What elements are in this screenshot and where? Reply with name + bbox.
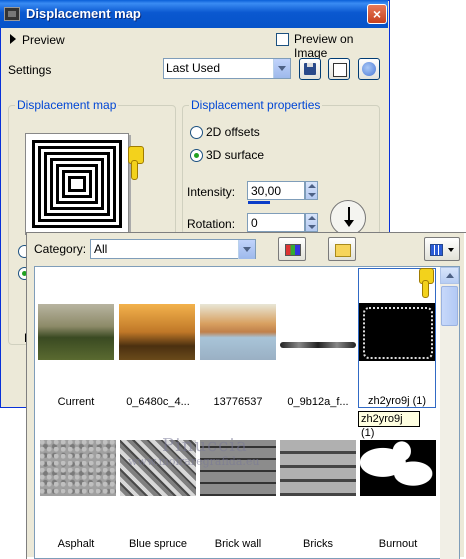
thumbnail-label: Brick wall [214,538,262,550]
group-title: Displacement properties [189,98,323,112]
scroll-up-icon[interactable] [440,267,459,284]
edit-categories-button[interactable] [278,237,306,261]
bricks-thumbnail [280,440,356,496]
watermark-url: www.moiraregrafida.eu [128,455,260,468]
thumbnail-item[interactable]: Burnout [356,432,440,559]
intensity-value: 30,00 [251,184,282,198]
chevron-down-icon[interactable] [238,240,255,259]
thumbnail-item[interactable]: Asphalt [36,432,120,559]
preview-on-image-label: Preview on Image [294,32,354,60]
thumbnail-item[interactable]: Bricks [276,432,360,559]
rotation-value: 0 [251,216,258,230]
category-dropdown[interactable]: All [90,239,256,259]
thumbnail-label: Current [57,396,95,408]
preview-row: Preview Preview on Image [4,32,384,60]
thumbnail-label: zh2yro9j (1) [367,395,427,407]
3d-surface-radio[interactable] [190,149,203,162]
preview-on-image-checkbox[interactable] [276,33,289,46]
burnout-thumbnail [360,440,436,496]
thumbnail-label: 0_6480c_4... [126,396,190,408]
thumbnail-label: Bricks [303,538,333,550]
dial-arrow-head-icon [344,220,354,227]
watermark-name: Pinuccia [162,435,248,456]
asphalt-thumbnail [40,440,116,496]
pointing-hand-icon [418,268,434,298]
thumbnail-item[interactable]: 13776537 [196,268,280,418]
thumbnail-label: 13776537 [213,396,263,408]
category-value: All [94,242,108,256]
intensity-spinner[interactable] [305,181,318,200]
2d-offsets-radio[interactable] [190,126,203,139]
2d-offsets-label: 2D offsets [206,125,260,139]
settings-dropdown[interactable]: Last Used [163,58,291,79]
thumbnail-tooltip: zh2yro9j (1) [358,411,420,439]
scrollbar-thumb[interactable] [441,286,458,326]
dialog-title: Displacement map [26,6,141,21]
group-title: Displacement map [15,98,119,112]
lake-thumbnail [200,304,276,360]
3d-surface-label: 3D surface [206,148,265,162]
thumbnail-label: Asphalt [57,538,95,550]
thumbnail-label: Blue spruce [128,538,188,550]
settings-value: Last Used [166,61,221,75]
view-options-button[interactable] [424,237,460,261]
rotation-input[interactable]: 0 [247,213,305,232]
landscape-thumbnail [38,304,114,360]
tree-sunset-thumbnail [119,304,195,360]
randomize-button[interactable] [328,58,350,80]
app-icon [4,7,20,21]
intensity-label: Intensity: [187,185,236,199]
category-label: Category: [34,242,87,256]
rotation-spinner[interactable] [305,213,318,232]
open-folder-button[interactable] [328,237,356,261]
reset-button[interactable] [358,58,380,80]
expand-arrow-icon[interactable] [10,34,16,44]
thumbnail-item[interactable]: Current [36,268,120,418]
preview-toggle[interactable]: Preview [22,33,65,47]
thumbnail-item[interactable]: 0_6480c_4... [116,268,200,418]
rotation-label: Rotation: [187,217,236,231]
displacement-map-preview[interactable] [25,133,129,235]
thumbnail-label: Burnout [378,538,418,550]
wave-line-thumbnail [280,304,356,360]
intensity-slider-bar[interactable] [248,201,270,204]
pointing-hand-icon [126,146,144,180]
thumbnail-item[interactable]: 0_9b12a_f... [276,268,360,418]
intensity-input[interactable]: 30,00 [247,181,305,200]
close-button[interactable]: × [367,4,387,24]
thumbnail-label: 0_9b12a_f... [287,396,349,408]
chevron-down-icon[interactable] [273,59,290,78]
black-frame-thumbnail [359,303,435,361]
save-preset-button[interactable] [299,58,321,80]
settings-label: Settings [8,63,52,77]
